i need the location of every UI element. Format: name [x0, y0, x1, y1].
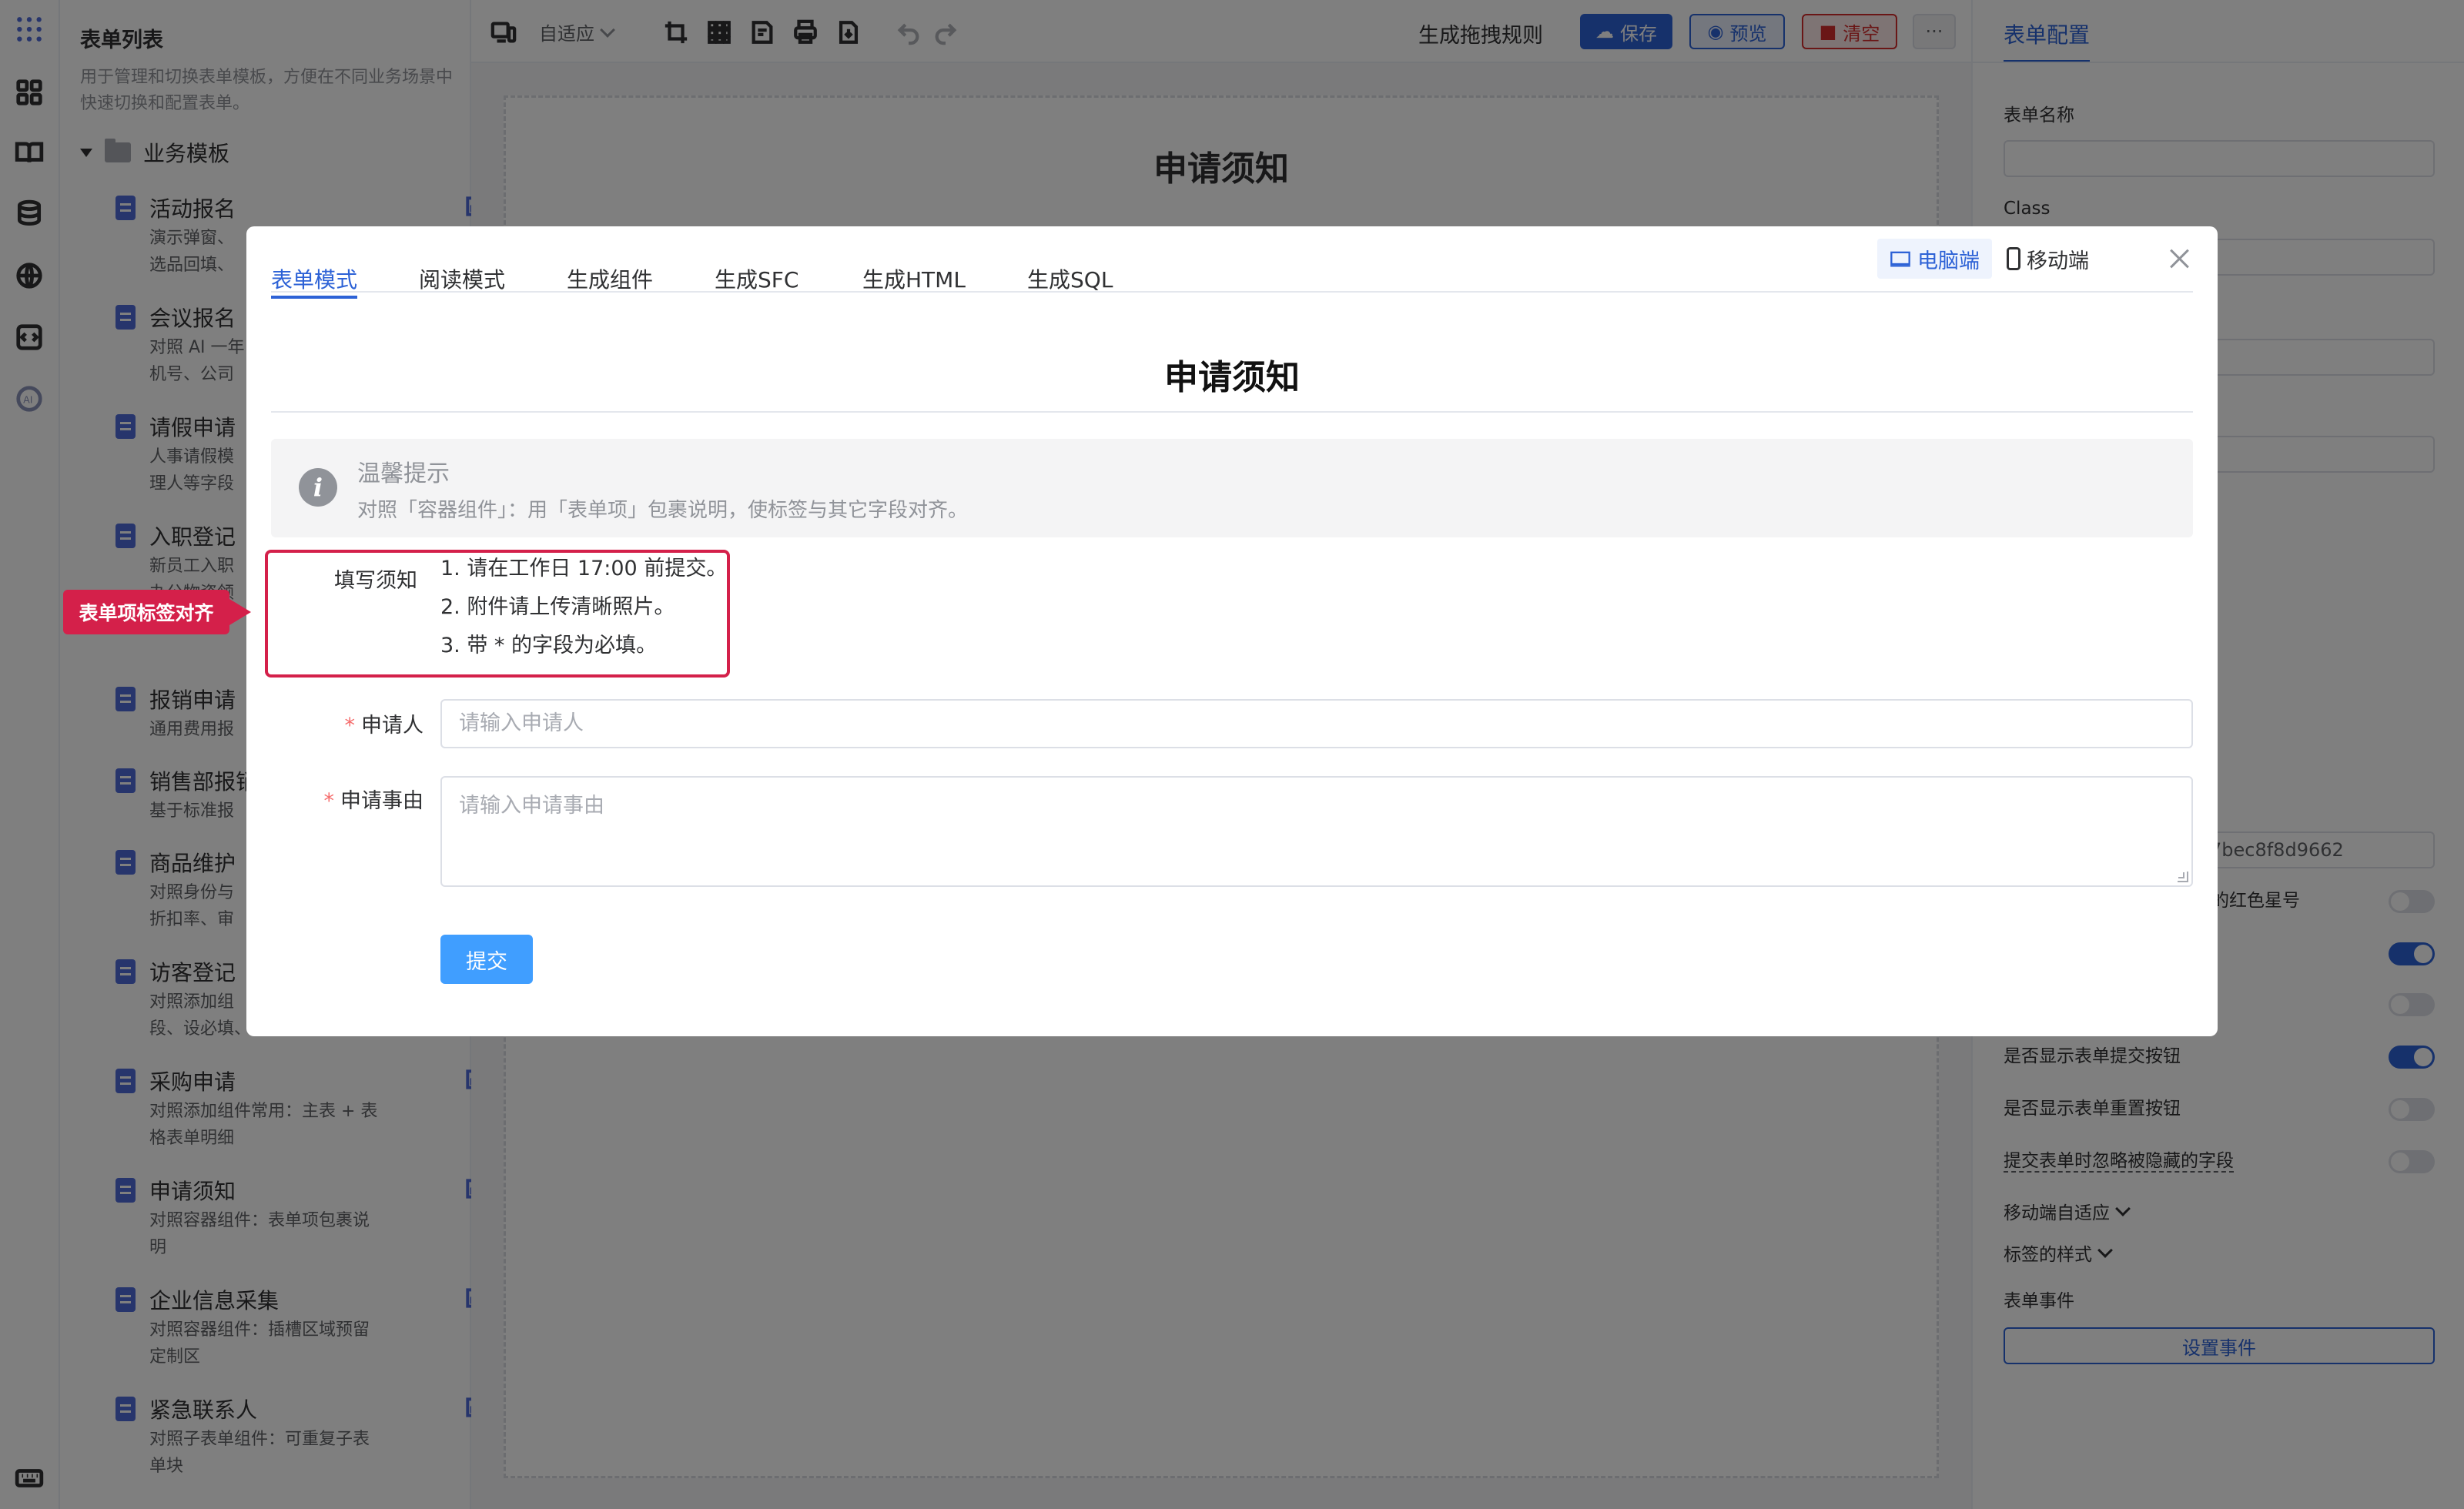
- info-icon: i: [299, 468, 337, 507]
- device-mobile-button[interactable]: 移动端: [1994, 239, 2101, 279]
- required-mark: *: [323, 789, 335, 813]
- alert-description: 对照「容器组件」：用「表单项」包裹说明，使标签与其它字段对齐。: [357, 499, 969, 522]
- annotation-callout: 表单项标签对齐: [63, 590, 251, 634]
- note-line-3: 3. 带 * 的字段为必填。: [440, 634, 658, 657]
- device-mobile-label: 移动端: [2027, 249, 2089, 273]
- tab-gen-sql[interactable]: 生成SQL: [1027, 263, 1113, 294]
- title-divider: [271, 411, 2193, 413]
- form-title: 申请须知: [1164, 358, 1300, 397]
- required-mark: *: [344, 714, 356, 738]
- monitor-icon: [1890, 251, 1910, 267]
- tab-gen-sfc[interactable]: 生成SFC: [715, 263, 798, 294]
- tab-gen-html[interactable]: 生成HTML: [862, 263, 966, 294]
- tab-read-mode[interactable]: 阅读模式: [419, 263, 505, 294]
- applicant-input[interactable]: 请输入申请人: [440, 699, 2193, 748]
- resize-handle-icon[interactable]: [2178, 872, 2188, 882]
- note-line-2: 2. 附件请上传清晰照片。: [440, 595, 675, 619]
- close-icon[interactable]: [2167, 246, 2191, 271]
- device-pc-button[interactable]: 电脑端: [1877, 239, 1992, 279]
- submit-button[interactable]: 提交: [440, 935, 533, 984]
- alert-title: 温馨提示: [357, 460, 450, 487]
- phone-icon: [2007, 247, 2020, 270]
- preview-dialog: 表单模式 阅读模式 生成组件 生成SFC 生成HTML 生成SQL 电脑端 移动…: [246, 226, 2218, 1036]
- active-tab-indicator: [271, 296, 357, 299]
- tip-alert: i 温馨提示 对照「容器组件」：用「表单项」包裹说明，使标签与其它字段对齐。: [271, 439, 2193, 537]
- applicant-label: * 申请人: [334, 708, 424, 738]
- reason-label: * 申请事由: [313, 784, 424, 814]
- applicant-label-text: 申请人: [361, 714, 424, 738]
- notes-list: 1. 请在工作日 17:00 前提交。 2. 附件请上传清晰照片。 3. 带 *…: [440, 550, 727, 665]
- note-line-1: 1. 请在工作日 17:00 前提交。: [440, 557, 728, 581]
- device-pc-label: 电脑端: [1917, 249, 1980, 273]
- reason-placeholder: 请输入申请事由: [459, 794, 604, 818]
- reason-textarea[interactable]: 请输入申请事由: [440, 776, 2193, 887]
- reason-label-text: 申请事由: [340, 789, 424, 813]
- notes-label: 填写须知: [334, 569, 417, 593]
- tab-gen-component[interactable]: 生成组件: [567, 263, 653, 294]
- tab-form-mode[interactable]: 表单模式: [271, 263, 357, 294]
